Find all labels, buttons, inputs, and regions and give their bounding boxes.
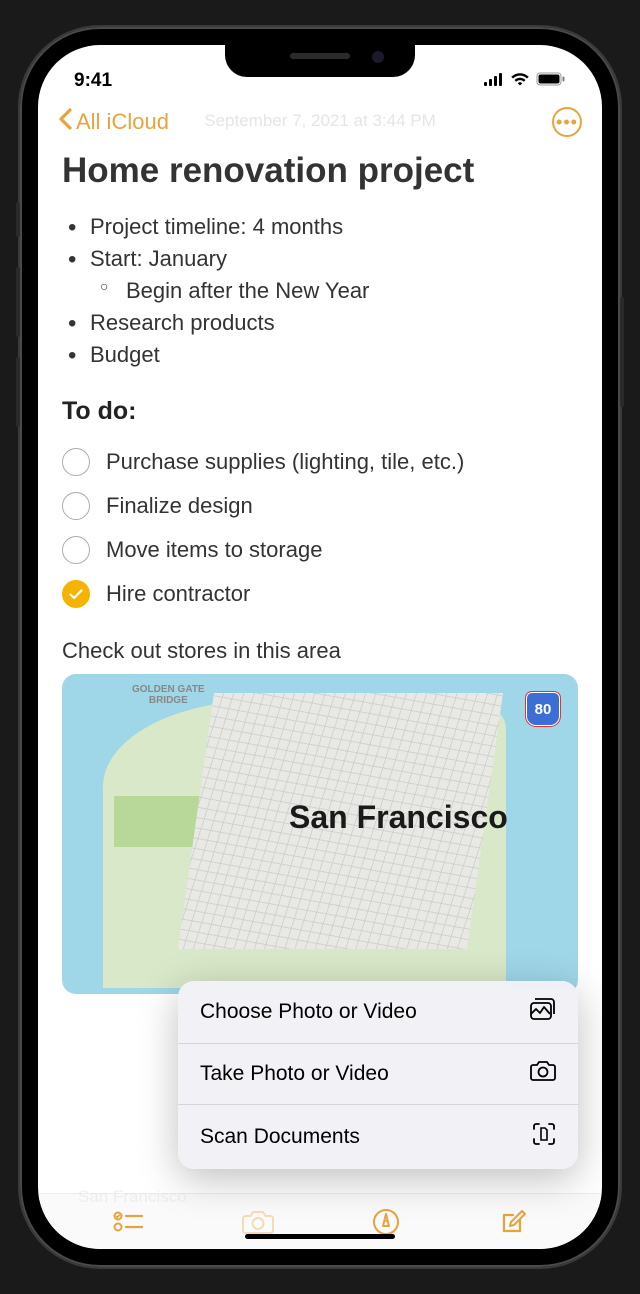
compose-button[interactable] [499,1208,527,1241]
bullet-sub-item[interactable]: Begin after the New Year [62,275,578,307]
map-bridge-label: GOLDEN GATEBRIDGE [132,684,205,706]
map-attachment[interactable]: GOLDEN GATEBRIDGE 80 San Francisco [62,674,578,994]
checklist-button[interactable] [113,1211,143,1238]
menu-choose-photo[interactable]: Choose Photo or Video [178,981,578,1044]
bullet-list: Project timeline: 4 months Start: Januar… [62,211,578,371]
cellular-icon [484,70,504,92]
bullet-item[interactable]: Project timeline: 4 months [62,211,578,243]
battery-icon [536,70,566,92]
camera-action-menu: Choose Photo or Video Take Photo or Vide… [178,981,578,1169]
back-label: All iCloud [76,109,169,135]
todo-text: Hire contractor [106,581,250,607]
bullet-item[interactable]: Start: January [62,243,578,275]
todo-heading: To do: [62,397,578,426]
chevron-left-icon [58,108,72,136]
todo-item[interactable]: Hire contractor [62,572,578,616]
back-button[interactable]: All iCloud [58,108,169,136]
checkbox-unchecked-icon[interactable] [62,492,90,520]
nav-bar: All iCloud September 7, 2021 at 3:44 PM … [38,99,602,147]
bullet-item[interactable]: Research products [62,307,578,339]
menu-label: Take Photo or Video [200,1062,389,1086]
wifi-icon [510,70,530,92]
photo-library-icon [530,998,556,1026]
document-scan-icon [532,1122,556,1152]
status-time: 9:41 [74,70,112,92]
menu-scan-documents[interactable]: Scan Documents [178,1105,578,1169]
note-title: Home renovation project [62,151,578,191]
todo-item[interactable]: Purchase supplies (lighting, tile, etc.) [62,440,578,484]
ghost-footer-text: San Francisco [78,1187,187,1207]
checkbox-unchecked-icon[interactable] [62,536,90,564]
todo-list: Purchase supplies (lighting, tile, etc.)… [62,440,578,616]
home-indicator[interactable] [245,1234,395,1239]
todo-item[interactable]: Move items to storage [62,528,578,572]
camera-icon [530,1061,556,1087]
menu-label: Scan Documents [200,1125,360,1149]
more-button[interactable]: ••• [552,107,582,137]
highway-shield-icon: 80 [526,692,560,726]
map-caption: Check out stores in this area [62,638,578,664]
todo-text: Move items to storage [106,537,322,563]
todo-text: Finalize design [106,493,253,519]
checkbox-unchecked-icon[interactable] [62,448,90,476]
bullet-item[interactable]: Budget [62,339,578,371]
todo-text: Purchase supplies (lighting, tile, etc.) [106,449,464,475]
menu-take-photo[interactable]: Take Photo or Video [178,1044,578,1105]
checkbox-checked-icon[interactable] [62,580,90,608]
todo-item[interactable]: Finalize design [62,484,578,528]
note-date: September 7, 2021 at 3:44 PM [204,111,436,131]
menu-label: Choose Photo or Video [200,1000,417,1024]
map-city-label: San Francisco [289,799,508,836]
ellipsis-icon: ••• [556,112,578,133]
